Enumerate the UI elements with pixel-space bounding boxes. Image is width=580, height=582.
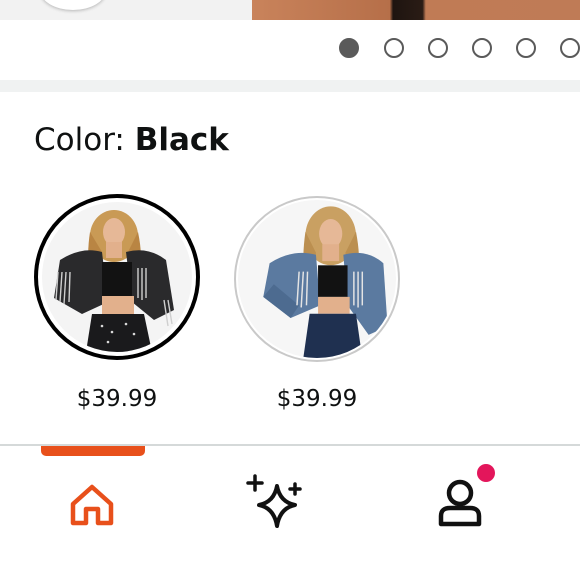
carousel-dot-1[interactable] xyxy=(339,38,359,58)
carousel-dot-5[interactable] xyxy=(516,38,536,58)
color-selected-value: Black xyxy=(134,122,229,158)
home-icon xyxy=(70,484,114,526)
carousel-dot-2[interactable] xyxy=(384,38,404,58)
carousel-indicators xyxy=(0,20,580,80)
image-nav-button[interactable] xyxy=(40,0,106,10)
carousel-dot-6[interactable] xyxy=(560,38,580,58)
carousel-dot-4[interactable] xyxy=(472,38,492,58)
swatch-black-price: $39.99 xyxy=(76,386,158,412)
swatch-blue-image xyxy=(238,200,396,358)
tab-home[interactable] xyxy=(33,446,153,566)
section-divider xyxy=(0,80,580,92)
swatch-blue-price: $39.99 xyxy=(276,386,358,412)
bottom-navigation-bar xyxy=(0,444,580,582)
color-swatch-black[interactable] xyxy=(34,194,200,360)
sparkle-icon xyxy=(246,474,302,528)
notification-badge xyxy=(477,464,495,482)
tab-account[interactable] xyxy=(400,446,520,566)
swatch-black-image xyxy=(42,202,192,352)
product-image-carousel[interactable] xyxy=(0,0,580,20)
color-label-prefix: Color: xyxy=(34,122,135,158)
product-photo xyxy=(252,0,580,20)
account-icon xyxy=(438,479,482,527)
color-swatch-blue[interactable] xyxy=(234,196,400,362)
tab-discover[interactable] xyxy=(213,446,333,566)
carousel-dot-3[interactable] xyxy=(428,38,448,58)
color-variation-label: Color: Black xyxy=(34,122,229,158)
